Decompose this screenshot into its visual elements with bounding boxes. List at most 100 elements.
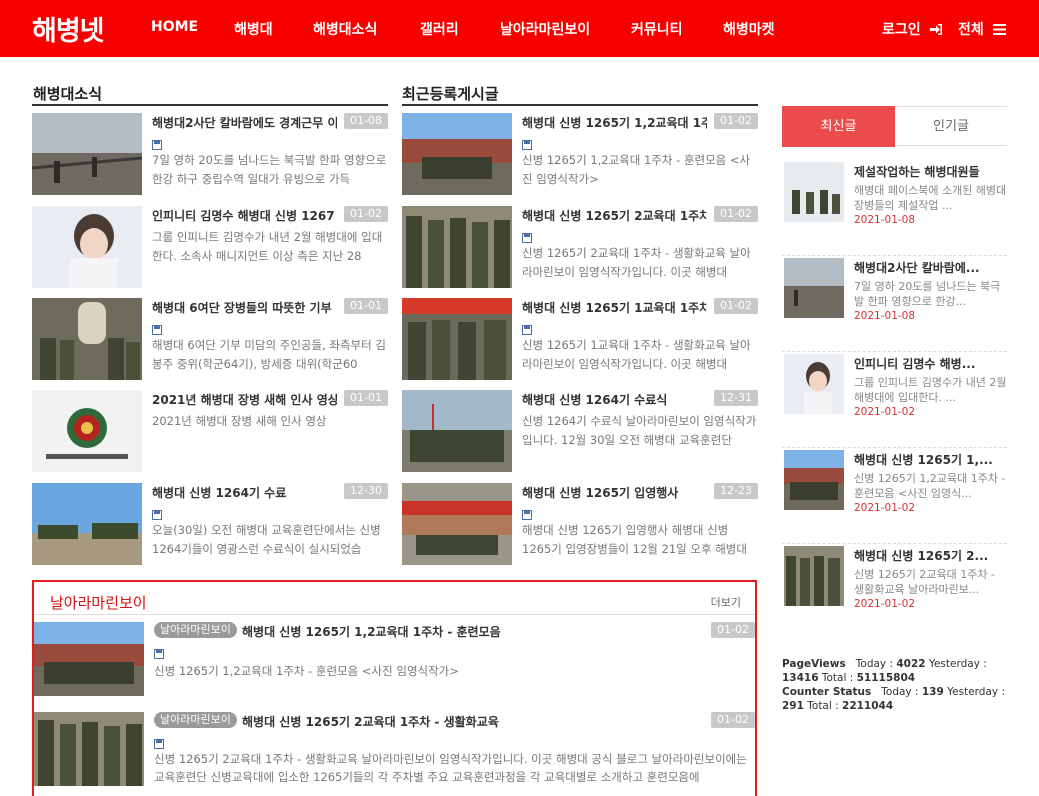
login-link[interactable]: 로그인 <box>882 19 942 39</box>
nav-market[interactable]: 해병마켓 <box>723 19 775 39</box>
recent-item[interactable]: 해병대 신병 1264기 수료식 12-31 신병 1264기 수료식 날아라마… <box>402 390 758 474</box>
news-thumbnail[interactable] <box>32 483 142 565</box>
recent-item-title[interactable]: 해병대 신병 1265기 2교육대 1주차 <box>522 207 707 224</box>
tab-latest[interactable]: 최신글 <box>782 106 895 147</box>
marineboy-divider <box>34 614 755 615</box>
nav-marineboy[interactable]: 날아라마린보이 <box>500 19 590 39</box>
sidebar-thumbnail[interactable] <box>784 450 844 510</box>
recent-thumbnail[interactable] <box>402 390 512 472</box>
category-pill[interactable]: 날아라마린보이 <box>154 712 237 728</box>
news-item-desc: 오늘(30일) 오전 해병대 교육훈련단에서는 신병 1264기들이 영광스런 … <box>152 523 381 556</box>
save-icon <box>154 734 164 749</box>
marineboy-thumbnail[interactable] <box>34 712 144 786</box>
all-menu-button[interactable]: 전체 <box>958 19 1006 39</box>
news-thumbnail[interactable] <box>32 298 142 380</box>
recent-item[interactable]: 해병대 신병 1265기 입영행사 12-23 해병대 신병 1265기 입영행… <box>402 483 758 567</box>
news-thumbnail[interactable] <box>32 390 142 472</box>
recent-item-title[interactable]: 해병대 신병 1265기 1,2교육대 1주 <box>522 114 707 131</box>
counter-yesterday-label: Yesterday : <box>947 686 1005 698</box>
date-badge: 01-02 <box>711 712 755 728</box>
sidebar-item-title[interactable]: 해병대 신병 1265기 1,... <box>854 451 1007 468</box>
recent-section-title: 최근등록게시글 <box>402 85 499 103</box>
marineboy-item[interactable]: 날아라마린보이 해병대 신병 1265기 1,2교육대 1주차 - 훈련모음 0… <box>34 622 755 706</box>
recent-item-desc: 신병 1265기 1,2교육대 1주차 - 훈련모음 <사진 임영식작가> <box>522 153 751 186</box>
sidebar-item-title[interactable]: 인피니티 김명수 해병... <box>854 355 1007 372</box>
marineboy-item-title[interactable]: 해병대 신병 1265기 1,2교육대 1주차 - 훈련모음 <box>242 623 501 640</box>
recent-item-title[interactable]: 해병대 신병 1265기 1교육대 1주차 <box>522 299 707 316</box>
sidebar-thumbnail[interactable] <box>784 258 844 318</box>
news-item-title[interactable]: 해병대 6여단 장병들의 따뜻한 기부 <box>152 299 337 316</box>
nav-home[interactable]: HOME <box>151 19 198 35</box>
sidebar-thumbnail[interactable] <box>784 354 844 414</box>
recent-item-desc: 해병대 신병 1265기 입영행사 해병대 신병 1265기 입영장병들이 12… <box>522 523 747 556</box>
marineboy-item[interactable]: 날아라마린보이 해병대 신병 1265기 2교육대 1주차 - 생활화교육 01… <box>34 712 755 796</box>
news-item[interactable]: 2021년 해병대 장병 새해 인사 영상 01-01 2021년 해병대 장병… <box>32 390 388 474</box>
save-icon <box>522 228 532 243</box>
date-badge: 01-02 <box>714 206 758 222</box>
news-item[interactable]: 해병대 6여단 장병들의 따뜻한 기부 01-01 해병대 6여단 기부 미담의… <box>32 298 388 382</box>
counter-today-label: Today : <box>881 686 919 698</box>
pageviews-yesterday: 13416 <box>782 672 819 684</box>
login-label: 로그인 <box>882 22 921 38</box>
sidebar-thumbnail[interactable] <box>784 162 844 222</box>
nav-community[interactable]: 커뮤니티 <box>631 19 683 39</box>
marineboy-item-desc: 신병 1265기 1,2교육대 1주차 - 훈련모음 <사진 임영식작가> <box>154 664 459 678</box>
sidebar-item-date: 2021-01-02 <box>854 406 916 418</box>
sidebar-item-title[interactable]: 해병대 신병 1265기 2... <box>854 547 1007 564</box>
news-thumbnail[interactable] <box>32 206 142 288</box>
site-logo[interactable]: 해병넷 <box>32 9 105 48</box>
marineboy-item-title[interactable]: 해병대 신병 1265기 2교육대 1주차 - 생활화교육 <box>242 713 499 730</box>
recent-item-title[interactable]: 해병대 신병 1265기 입영행사 <box>522 484 707 501</box>
sidebar-item-desc: 해병대 페이스북에 소개된 해병대 장병들의 제설작업 ... <box>854 184 1007 212</box>
news-item[interactable]: 해병대 신병 1264기 수료 12-30 오늘(30일) 오전 해병대 교육훈… <box>32 483 388 567</box>
save-icon <box>152 320 162 335</box>
sidebar-item[interactable]: 해병대 신병 1265기 2... 신병 1265기 2교육대 1주차 - 생활… <box>782 546 1007 640</box>
top-header: 해병넷 HOME 해병대 해병대소식 갤러리 날아라마린보이 커뮤니티 해병마켓… <box>0 0 1039 57</box>
sidebar-tabs: 최신글 인기글 <box>782 106 1007 147</box>
news-item-title[interactable]: 해병대 신병 1264기 수료 <box>152 484 337 501</box>
news-item[interactable]: 해병대2사단 칼바람에도 경계근무 이 01-08 7일 영하 20도를 넘나드… <box>32 113 388 197</box>
sidebar-item[interactable]: 해병대2사단 칼바람에... 7일 영하 20도를 넘나드는 북극발 한파 영향… <box>782 258 1007 352</box>
recent-item-desc: 신병 1265기 1교육대 1주차 - 생활화교육 날아라마린보이 임영식작가입… <box>522 338 751 371</box>
recent-thumbnail[interactable] <box>402 206 512 288</box>
news-item-title[interactable]: 2021년 해병대 장병 새해 인사 영상 <box>152 391 337 408</box>
news-item-title[interactable]: 인피니티 김명수 해병대 신병 1267 <box>152 207 337 224</box>
sidebar-item-desc: 7일 영하 20도를 넘나드는 북극발 한파 영향으로 한강... <box>854 280 1001 308</box>
save-icon <box>152 135 162 150</box>
pageviews-label: PageViews <box>782 658 846 670</box>
marineboy-item-desc: 신병 1265기 2교육대 1주차 - 생활화교육 날아라마린보이 임영식작가입… <box>154 752 747 784</box>
news-item[interactable]: 인피니티 김명수 해병대 신병 1267 01-02 그룹 인피니트 김명수가 … <box>32 206 388 290</box>
recent-thumbnail[interactable] <box>402 113 512 195</box>
news-thumbnail[interactable] <box>32 113 142 195</box>
recent-thumbnail[interactable] <box>402 298 512 380</box>
sidebar-item-title[interactable]: 해병대2사단 칼바람에... <box>854 259 1007 276</box>
tab-popular[interactable]: 인기글 <box>895 107 1007 146</box>
save-icon <box>522 320 532 335</box>
recent-item[interactable]: 해병대 신병 1265기 2교육대 1주차 01-02 신병 1265기 2교육… <box>402 206 758 290</box>
date-badge: 12-30 <box>344 483 388 499</box>
news-item-desc: 해병대 6여단 기부 미담의 주인공들, 좌측부터 김봉주 중위(학군64기),… <box>152 338 386 371</box>
recent-item[interactable]: 해병대 신병 1265기 1교육대 1주차 01-02 신병 1265기 1교육… <box>402 298 758 382</box>
pageviews-today-label: Today : <box>855 658 894 670</box>
sidebar-item[interactable]: 인피니티 김명수 해병... 그룹 인피니트 김명수가 내년 2월 해병대에 입… <box>782 354 1007 448</box>
sidebar-thumbnail[interactable] <box>784 546 844 606</box>
marineboy-title: 날아라마린보이 <box>50 594 147 612</box>
sidebar-item-date: 2021-01-02 <box>854 502 916 514</box>
recent-thumbnail[interactable] <box>402 483 512 565</box>
sidebar-item[interactable]: 제설작업하는 해병대원들 해병대 페이스북에 소개된 해병대 장병들의 제설작업… <box>782 162 1007 256</box>
sidebar-item-date: 2021-01-02 <box>854 598 916 610</box>
sidebar-item-title[interactable]: 제설작업하는 해병대원들 <box>854 163 1007 180</box>
news-item-title[interactable]: 해병대2사단 칼바람에도 경계근무 이 <box>152 114 337 131</box>
nav-gallery[interactable]: 갤러리 <box>420 19 459 39</box>
category-pill[interactable]: 날아라마린보이 <box>154 622 237 638</box>
sidebar-item-desc: 신병 1265기 1,2교육대 1주차 - 훈련모음 <사진 임영식... <box>854 472 1006 500</box>
news-item-desc: 2021년 해병대 장병 새해 인사 영상 <box>152 414 327 428</box>
date-badge: 12-23 <box>714 483 758 499</box>
recent-item[interactable]: 해병대 신병 1265기 1,2교육대 1주 01-02 신병 1265기 1,… <box>402 113 758 197</box>
marineboy-thumbnail[interactable] <box>34 622 144 696</box>
sidebar-item[interactable]: 해병대 신병 1265기 1,... 신병 1265기 1,2교육대 1주차 -… <box>782 450 1007 544</box>
nav-news[interactable]: 해병대소식 <box>313 19 377 39</box>
nav-marines[interactable]: 해병대 <box>234 19 273 39</box>
more-link[interactable]: 더보기 <box>711 594 741 610</box>
recent-item-title[interactable]: 해병대 신병 1264기 수료식 <box>522 391 707 408</box>
